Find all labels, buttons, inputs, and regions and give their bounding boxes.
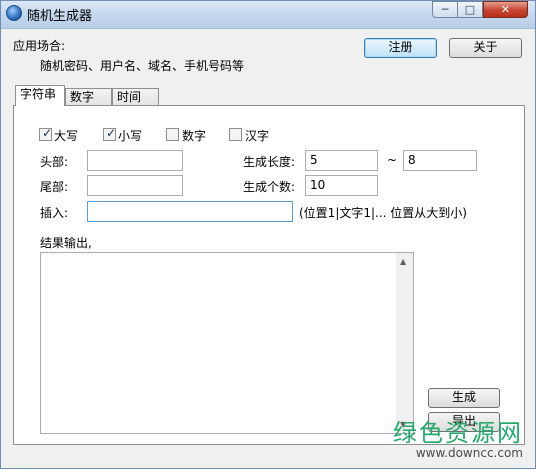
length-max-input[interactable]: 8 [403,150,477,171]
watermark-url: www.downcc.com [415,446,523,460]
scroll-up-icon[interactable]: ▲ [400,257,406,266]
usage-description: 随机密码、用户名、域名、手机号码等 [40,59,245,73]
check-mark-icon: ✓ [42,126,53,140]
insert-label: 插入: [40,206,69,220]
minimize-button[interactable]: ─ [432,1,458,18]
about-button[interactable]: 关于 [449,38,522,58]
head-label: 头部: [40,155,69,169]
tail-input[interactable] [87,175,183,196]
lower-checkbox[interactable]: ✓ [103,126,117,141]
app-globe-icon [6,5,22,21]
usage-label: 应用场合: [13,39,66,53]
head-input[interactable] [87,150,183,171]
output-scrollbar[interactable]: ▲ ▼ [396,253,413,433]
output-textarea[interactable]: ▲ ▼ [40,252,414,434]
maximize-button[interactable]: □ [458,1,483,18]
chinese-checkbox[interactable] [229,128,242,141]
check-mark-icon: ✓ [106,126,117,140]
count-input[interactable]: 10 [305,175,378,196]
digits-checkbox[interactable] [166,128,179,141]
tab-time[interactable]: 时间 [112,88,159,106]
register-button[interactable]: 注册 [364,38,437,58]
window-title: 随机生成器 [27,9,93,24]
count-label: 生成个数: [243,180,296,194]
digits-label[interactable]: 数字 [182,127,206,144]
lower-label[interactable]: 小写 [118,127,142,144]
length-label: 生成长度: [243,155,296,169]
insert-hint: (位置1|文字1|... 位置从大到小) [299,206,467,220]
output-label: 结果输出, [40,236,92,250]
app-window: 随机生成器 ─ □ ✕ 应用场合: 随机密码、用户名、域名、手机号码等 注册 关… [0,0,536,469]
watermark: 绿色资源网 www.downcc.com [393,420,523,460]
watermark-text: 绿色资源网 [393,419,523,447]
tab-number[interactable]: 数字 [65,88,112,106]
chinese-label[interactable]: 汉字 [245,127,269,144]
length-min-input[interactable]: 5 [305,150,378,171]
upper-checkbox[interactable]: ✓ [39,126,53,141]
tail-label: 尾部: [40,180,69,194]
tab-string[interactable]: 字符串 [15,85,65,106]
length-separator: ~ [387,153,398,167]
generate-button[interactable]: 生成 [428,388,500,408]
upper-label[interactable]: 大写 [54,127,78,144]
title-bar[interactable]: 随机生成器 ─ □ ✕ [1,1,535,29]
close-button[interactable]: ✕ [483,1,528,18]
insert-input[interactable] [87,201,293,222]
